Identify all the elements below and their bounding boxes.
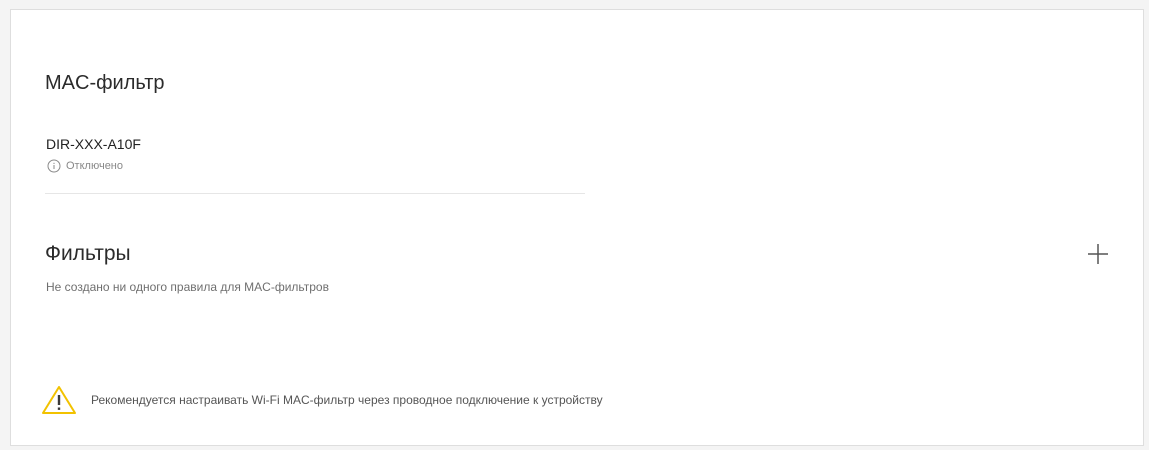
warning-notice: Рекомендуется настраивать Wi-Fi MAC-филь…: [41, 385, 603, 415]
filters-title: Фильтры: [45, 242, 131, 265]
warning-text: Рекомендуется настраивать Wi-Fi MAC-филь…: [91, 393, 603, 407]
plus-icon: [1084, 244, 1112, 271]
info-icon: [47, 159, 61, 173]
device-status: Отключено: [47, 159, 123, 173]
section-divider: [45, 193, 585, 194]
filters-empty-text: Не создано ни одного правила для MAC-фил…: [46, 280, 329, 294]
page-title: MAC-фильтр: [45, 72, 165, 94]
mac-filter-panel: MAC-фильтр DIR-XXX-A10F Отключено Фильтр…: [10, 9, 1144, 446]
add-filter-button[interactable]: [1084, 240, 1112, 268]
device-status-label: Отключено: [66, 160, 123, 172]
warning-icon: [41, 385, 77, 415]
device-name: DIR-XXX-A10F: [46, 136, 141, 152]
